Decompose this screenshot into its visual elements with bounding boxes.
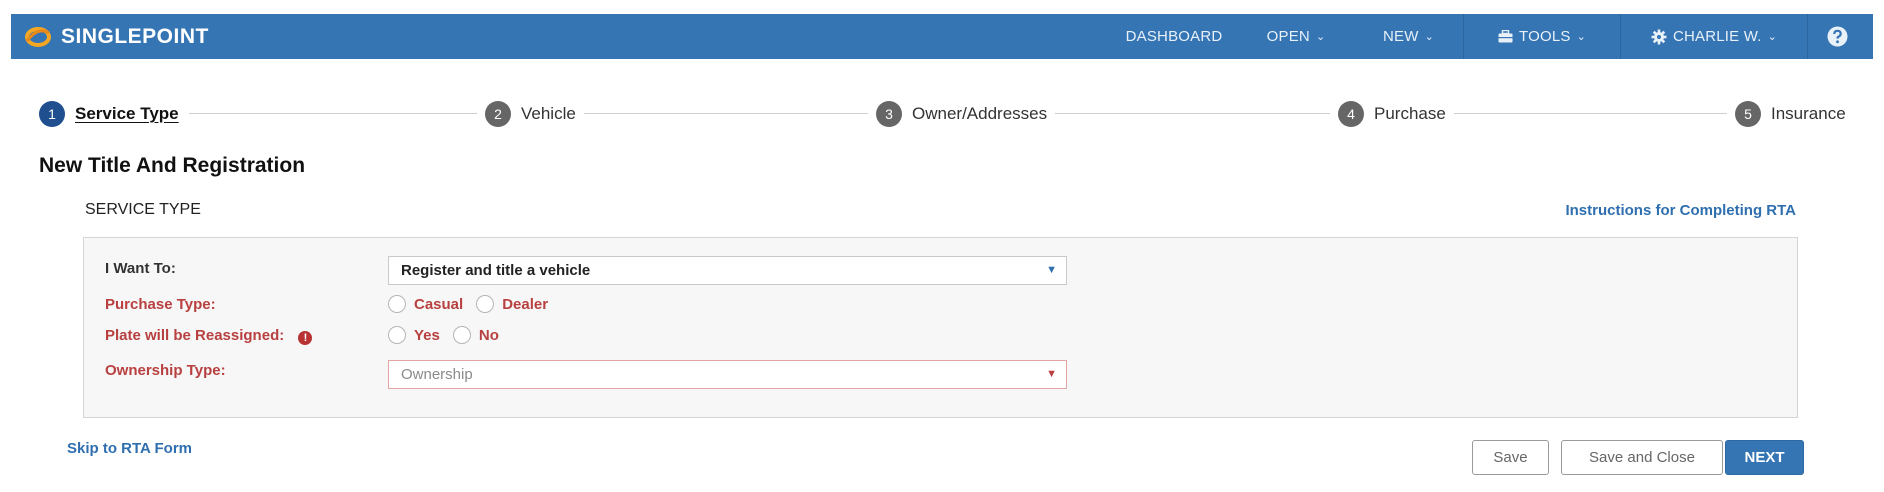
step-label: Owner/Addresses (912, 104, 1048, 123)
help-button[interactable] (1807, 14, 1873, 59)
step-number: 3 (876, 101, 902, 127)
step-label: Purchase (1374, 104, 1446, 123)
step-label: Vehicle (521, 104, 576, 123)
purchase-type-radio-group: Casual Dealer (388, 295, 561, 313)
step-number: 4 (1338, 101, 1364, 127)
save-button[interactable]: Save (1472, 440, 1549, 475)
top-navbar: SINGLEPOINT DASHBOARD OPEN ⌄ NEW ⌄ TOOLS… (11, 14, 1873, 59)
step-purchase[interactable]: 4 Purchase (1330, 100, 1454, 128)
nav-tools-label: TOOLS (1519, 28, 1571, 45)
nav-tools-dropdown[interactable]: TOOLS ⌄ (1463, 14, 1620, 59)
want-to-value: Register and title a vehicle (401, 262, 591, 279)
step-service-type[interactable]: 1 Service Type (39, 100, 187, 128)
chevron-down-icon: ⌄ (1767, 31, 1778, 43)
step-number: 1 (39, 101, 65, 127)
nav-new-label: NEW (1382, 28, 1419, 45)
radio-casual-label[interactable]: Casual (414, 296, 463, 313)
radio-dealer[interactable] (476, 295, 495, 313)
toolbox-icon (1498, 30, 1513, 43)
nav-dashboard-label: DASHBOARD (1125, 28, 1223, 45)
ownership-type-placeholder: Ownership (401, 366, 473, 383)
plate-reassigned-label: Plate will be Reassigned: (105, 327, 285, 344)
brand[interactable]: SINGLEPOINT (23, 14, 209, 59)
section-heading: SERVICE TYPE (85, 201, 201, 218)
step-connector (1441, 113, 1771, 114)
chevron-down-icon: ⌄ (1576, 31, 1586, 43)
chevron-down-icon: ⌄ (1424, 31, 1435, 43)
step-connector (189, 113, 515, 114)
info-icon[interactable]: ! (298, 331, 313, 345)
save-and-close-button[interactable]: Save and Close (1561, 440, 1723, 475)
step-connector (581, 113, 911, 114)
dropdown-arrow-icon: ▼ (1046, 368, 1057, 380)
ownership-type-select[interactable]: Ownership ▼ (388, 360, 1067, 389)
step-number: 2 (485, 101, 511, 127)
help-icon (1827, 26, 1848, 47)
want-to-label: I Want To: (105, 260, 176, 277)
brand-name: SINGLEPOINT (61, 24, 209, 48)
gear-icon (1651, 29, 1667, 44)
next-button[interactable]: NEXT (1725, 440, 1804, 475)
nav-user-label: CHARLIE W. (1672, 28, 1762, 45)
step-owner-addresses[interactable]: 3 Owner/Addresses (868, 100, 1056, 128)
step-label: Insurance (1771, 104, 1846, 123)
nav-user-dropdown[interactable]: CHARLIE W. ⌄ (1620, 14, 1807, 59)
page-title: New Title And Registration (39, 154, 306, 177)
nav-menu: DASHBOARD OPEN ⌄ NEW ⌄ TOOLS ⌄ CHARLIE W… (1110, 14, 1873, 59)
purchase-type-label: Purchase Type: (105, 296, 216, 313)
step-vehicle[interactable]: 2 Vehicle (477, 100, 584, 128)
plate-reassigned-label-row: Plate will be Reassigned: ! (105, 327, 313, 345)
step-insurance[interactable]: 5 Insurance (1727, 100, 1846, 128)
skip-to-rta-link[interactable]: Skip to RTA Form (67, 440, 192, 457)
want-to-select[interactable]: Register and title a vehicle ▼ (388, 256, 1067, 285)
wizard-stepper: 1 Service Type 2 Vehicle 3 Owner/Address… (39, 100, 1849, 128)
nav-dashboard[interactable]: DASHBOARD (1110, 14, 1238, 59)
step-number: 5 (1735, 101, 1761, 127)
nav-new-dropdown[interactable]: NEW ⌄ (1354, 14, 1463, 59)
ownership-type-label: Ownership Type: (105, 362, 226, 379)
instructions-link[interactable]: Instructions for Completing RTA (1565, 202, 1796, 219)
radio-casual[interactable] (388, 295, 406, 313)
chevron-down-icon: ⌄ (1315, 31, 1326, 43)
nav-open-dropdown[interactable]: OPEN ⌄ (1238, 14, 1354, 59)
radio-no-label[interactable]: No (479, 327, 499, 344)
singlepoint-logo-icon (25, 26, 51, 47)
plate-reassigned-radio-group: Yes No (388, 326, 512, 344)
step-label: Service Type (75, 104, 179, 123)
nav-open-label: OPEN (1266, 28, 1310, 45)
dropdown-arrow-icon: ▼ (1046, 264, 1057, 276)
service-type-form: I Want To: Register and title a vehicle … (83, 237, 1798, 418)
radio-dealer-label[interactable]: Dealer (502, 296, 548, 313)
radio-yes-label[interactable]: Yes (414, 327, 440, 344)
step-connector (1041, 113, 1371, 114)
radio-no[interactable] (452, 326, 471, 344)
radio-yes[interactable] (388, 326, 406, 344)
